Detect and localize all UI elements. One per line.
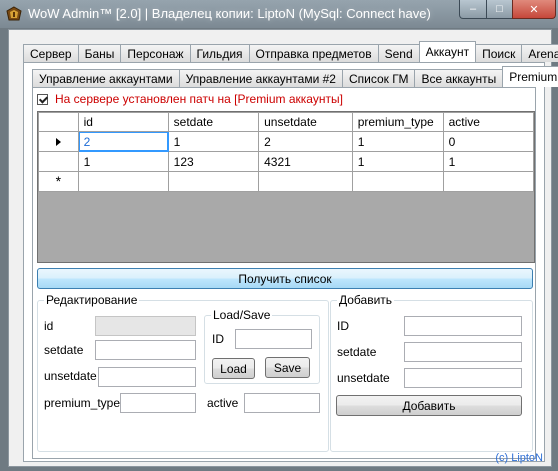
- subtab-gm-list[interactable]: Список ГМ: [341, 69, 416, 87]
- tab-arena[interactable]: Arena: [521, 44, 558, 62]
- app-window: WoW Admin™ [2.0] | Владелец копии: Lipto…: [0, 0, 558, 471]
- table-cell[interactable]: 1: [167, 131, 260, 152]
- add-id-field[interactable]: [404, 316, 522, 336]
- loadsave-id-label: ID: [212, 332, 224, 346]
- subtab-account-management-2[interactable]: Управление аккаунтами #2: [178, 69, 343, 87]
- add-button[interactable]: Добавить: [336, 395, 522, 416]
- premium-patch-checkbox[interactable]: На сервере установлен патч на [Premium а…: [37, 92, 343, 106]
- column-header-premium-type[interactable]: premium_type: [351, 112, 444, 132]
- tab-send[interactable]: Send: [377, 44, 420, 62]
- tab-guild[interactable]: Гильдия: [189, 44, 250, 62]
- column-header-id[interactable]: id: [77, 112, 169, 132]
- row-header[interactable]: *: [38, 171, 79, 192]
- table-cell[interactable]: 123: [167, 151, 260, 172]
- save-button[interactable]: Save: [265, 357, 310, 378]
- table-cell[interactable]: 1: [77, 151, 169, 172]
- close-icon: ✕: [529, 3, 539, 16]
- table-cell[interactable]: [77, 171, 169, 192]
- edit-active-label: active: [207, 396, 239, 410]
- table-cell[interactable]: 2: [258, 131, 353, 152]
- table-cell[interactable]: 2: [77, 131, 169, 152]
- edit-premium-type-label: premium_type: [44, 396, 121, 410]
- table-cell[interactable]: 0: [442, 131, 534, 152]
- subtab-premium[interactable]: Premium: [502, 66, 558, 87]
- premium-patch-label: На сервере установлен патч на [Premium а…: [55, 92, 343, 106]
- loadsave-groupbox: Load/Save ID Load Save: [204, 308, 320, 384]
- account-tab-panel: Управление аккаунтами Управление аккаунт…: [23, 62, 558, 462]
- add-unsetdate-field[interactable]: [404, 368, 522, 388]
- edit-unsetdate-label: unsetdate: [44, 369, 97, 383]
- account-subtabstrip: Управление аккаунтами Управление аккаунт…: [32, 66, 558, 87]
- tab-send-items[interactable]: Отправка предметов: [248, 44, 379, 62]
- add-group-title: Добавить: [337, 293, 395, 307]
- edit-id-field: [95, 316, 196, 336]
- table-cell[interactable]: 1: [351, 131, 444, 152]
- loadsave-id-field[interactable]: [235, 329, 312, 349]
- edit-id-label: id: [44, 319, 54, 333]
- column-header-unsetdate[interactable]: unsetdate: [258, 112, 353, 132]
- edit-group-title: Редактирование: [44, 293, 140, 307]
- edit-setdate-field[interactable]: [95, 340, 196, 360]
- table-header-row: id setdate unsetdate premium_type active: [38, 112, 534, 132]
- table-cell[interactable]: [351, 171, 444, 192]
- edit-groupbox: Редактирование id setdate unsetdate prem…: [37, 293, 329, 452]
- edit-unsetdate-field[interactable]: [98, 367, 196, 387]
- loadsave-group-title: Load/Save: [211, 308, 273, 322]
- tab-character[interactable]: Персонаж: [120, 44, 191, 62]
- main-tabstrip: Сервер Баны Персонаж Гильдия Отправка пр…: [23, 41, 558, 62]
- add-unsetdate-label: unsetdate: [337, 371, 390, 385]
- edit-premium-type-field[interactable]: [120, 393, 196, 413]
- table-row[interactable]: 2 1 2 1 0: [38, 131, 534, 152]
- minimize-button[interactable]: –: [459, 0, 487, 19]
- client-area: Сервер Баны Персонаж Гильдия Отправка пр…: [8, 29, 558, 467]
- close-button[interactable]: ✕: [512, 0, 556, 19]
- new-row[interactable]: *: [38, 171, 534, 192]
- subtab-all-accounts[interactable]: Все аккаунты: [414, 69, 504, 87]
- title-bar[interactable]: WoW Admin™ [2.0] | Владелец копии: Lipto…: [0, 0, 558, 28]
- premium-data-grid[interactable]: id setdate unsetdate premium_type active…: [37, 111, 535, 263]
- table-cell[interactable]: [167, 171, 260, 192]
- window-title: WoW Admin™ [2.0] | Владелец копии: Lipto…: [28, 6, 431, 21]
- edit-setdate-label: setdate: [44, 343, 84, 357]
- maximize-button[interactable]: □: [486, 0, 513, 19]
- checkbox-checked-icon[interactable]: [37, 93, 48, 105]
- add-setdate-field[interactable]: [404, 342, 522, 362]
- column-header-setdate[interactable]: setdate: [167, 112, 260, 132]
- add-setdate-label: setdate: [337, 345, 377, 359]
- tab-account[interactable]: Аккаунт: [418, 41, 477, 62]
- add-groupbox: Добавить ID setdate unsetdate Добавить: [330, 293, 533, 452]
- minimize-icon: –: [469, 3, 477, 15]
- tab-search[interactable]: Поиск: [475, 44, 523, 62]
- tab-bans[interactable]: Баны: [77, 44, 122, 62]
- premium-panel: На сервере установлен патч на [Premium а…: [32, 87, 536, 459]
- table-cell[interactable]: [258, 171, 353, 192]
- premium-table: id setdate unsetdate premium_type active…: [38, 112, 534, 192]
- edit-active-field[interactable]: [244, 393, 320, 413]
- wow-logo-icon: [6, 6, 22, 21]
- subtab-account-management[interactable]: Управление аккаунтами: [32, 69, 180, 87]
- table-cell[interactable]: 1: [351, 151, 444, 172]
- current-row-arrow-icon: [55, 137, 61, 146]
- column-header-active[interactable]: active: [442, 112, 534, 132]
- maximize-icon: □: [496, 3, 503, 15]
- table-cell[interactable]: 1: [442, 151, 534, 172]
- row-header[interactable]: [38, 131, 79, 152]
- copyright-label: (c) LiptoN: [495, 452, 543, 464]
- load-button[interactable]: Load: [212, 358, 255, 379]
- get-list-button[interactable]: Получить список: [37, 268, 533, 289]
- row-header[interactable]: [38, 151, 79, 172]
- tab-server[interactable]: Сервер: [23, 44, 79, 62]
- row-header-corner: [38, 112, 79, 132]
- new-row-star-icon: *: [55, 173, 62, 189]
- table-cell[interactable]: 4321: [258, 151, 353, 172]
- add-id-label: ID: [337, 319, 349, 333]
- table-row[interactable]: 1 123 4321 1 1: [38, 151, 534, 172]
- table-cell[interactable]: [442, 171, 534, 192]
